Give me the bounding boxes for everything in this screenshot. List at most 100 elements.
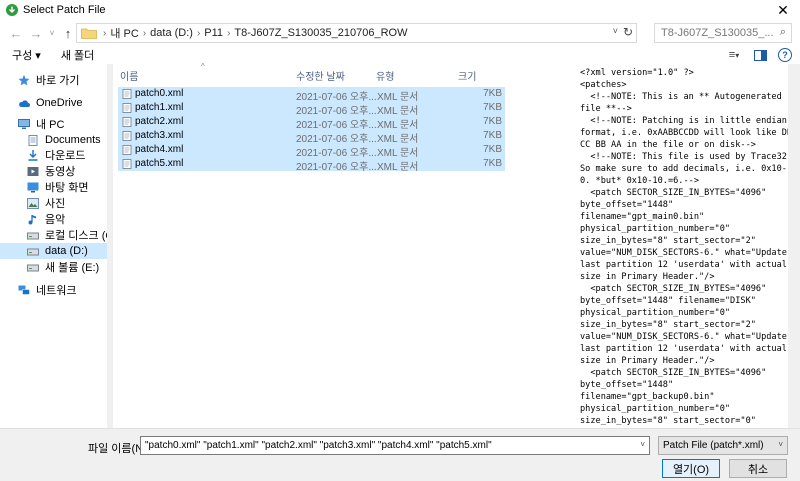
sidebar-item-0[interactable]: 바로 가기	[0, 72, 107, 88]
sidebar-item-2[interactable]: 내 PC	[0, 116, 107, 132]
file-type-select[interactable]: Patch File (patch*.xml) ˅	[658, 436, 788, 455]
file-size: 7KB	[483, 102, 502, 113]
preview-pane: <?xml version="1.0" ?> <patches> <!--NOT…	[578, 64, 788, 428]
file-type-value: Patch File (patch*.xml)	[663, 440, 764, 451]
file-size: 7KB	[483, 116, 502, 127]
file-row[interactable]: patch4.xml 2021-07-06 오후... XML 문서 7KB	[118, 143, 505, 159]
search-input[interactable]: T8-J607Z_S130035_... ⌕	[654, 23, 792, 43]
filename-value: "patch0.xml" "patch1.xml" "patch2.xml" "…	[145, 440, 492, 451]
file-name: patch1.xml	[135, 102, 184, 113]
picture-icon	[27, 197, 39, 209]
sidebar-item-label: 새 볼륨 (E:)	[45, 262, 100, 274]
up-button[interactable]: ↑	[58, 23, 78, 43]
preview-text: <?xml version="1.0" ?> <patches> <!--NOT…	[580, 68, 788, 426]
sidebar-item-3[interactable]: Documents	[0, 132, 107, 148]
breadcrumb-folder[interactable]: P11	[204, 27, 223, 39]
sidebar-item-11[interactable]: 새 볼륨 (E:)	[0, 259, 107, 275]
breadcrumb-drive[interactable]: data (D:)	[150, 27, 193, 39]
star-icon	[18, 74, 30, 86]
drive-icon	[27, 230, 39, 241]
download-icon	[27, 149, 39, 161]
file-list: 이름 ^ 수정한 날짜 유형 크기 patch0.xml 2021-07-06 오…	[113, 62, 573, 428]
file-size: 7KB	[483, 130, 502, 141]
file-name: patch3.xml	[135, 130, 184, 141]
file-row[interactable]: patch5.xml 2021-07-06 오후... XML 문서 7KB	[118, 157, 505, 173]
sidebar-item-label: 네트워크	[36, 285, 77, 297]
sidebar-item-label: 사진	[45, 198, 66, 210]
sidebar-item-label: 로컬 디스크 (C:)	[45, 230, 107, 242]
column-header-name[interactable]: 이름	[120, 64, 138, 86]
column-header-size[interactable]: 크기	[458, 64, 476, 86]
organize-button[interactable]: 구성 ▾	[12, 47, 41, 63]
filename-dropdown-icon[interactable]: ˅	[640, 440, 645, 449]
sidebar-item-9[interactable]: 로컬 디스크 (C:)	[0, 227, 107, 243]
pc-icon	[18, 118, 30, 130]
sidebar-item-label: 바로 가기	[36, 75, 80, 87]
video-icon	[27, 166, 39, 177]
file-name: patch5.xml	[135, 158, 184, 169]
sidebar-item-8[interactable]: 음악	[0, 211, 107, 227]
file-size: 7KB	[483, 144, 502, 155]
breadcrumb-current[interactable]: T8-J607Z_S130035_210706_ROW	[234, 27, 407, 39]
network-icon	[18, 285, 30, 296]
file-row[interactable]: patch2.xml 2021-07-06 오후... XML 문서 7KB	[118, 115, 505, 131]
window-title: Select Patch File	[23, 3, 106, 16]
preview-pane-scrollbar[interactable]	[788, 64, 800, 428]
file-row[interactable]: patch0.xml 2021-07-06 오후... XML 문서 7KB	[118, 87, 505, 103]
sidebar-item-label: 음악	[45, 214, 66, 226]
sidebar-item-4[interactable]: 다운로드	[0, 147, 107, 163]
search-placeholder: T8-J607Z_S130035_...	[661, 27, 774, 39]
sidebar-item-label: 내 PC	[36, 119, 65, 131]
folder-icon	[81, 27, 97, 39]
file-row[interactable]: patch1.xml 2021-07-06 오후... XML 문서 7KB	[118, 101, 505, 117]
refresh-icon[interactable]: ↻	[623, 25, 633, 39]
new-folder-button[interactable]: 새 폴더	[61, 47, 94, 63]
address-dropdown-icon[interactable]: ˅	[613, 26, 618, 36]
xml-file-icon	[122, 103, 132, 113]
document-icon	[27, 134, 39, 146]
command-toolbar: 구성 ▾ 새 폴더 ≡ ▾ ?	[0, 46, 800, 64]
search-icon: ⌕	[779, 26, 786, 38]
music-icon	[27, 214, 39, 225]
sidebar-item-label: OneDrive	[36, 97, 83, 109]
sidebar-item-10[interactable]: data (D:)	[0, 243, 107, 259]
xml-file-icon	[122, 145, 132, 155]
download-arrow-icon	[6, 3, 18, 16]
column-header-type[interactable]: 유형	[376, 64, 394, 86]
column-header-date[interactable]: 수정한 날짜	[296, 64, 345, 86]
open-button[interactable]: 열기(O)	[662, 459, 720, 478]
help-icon[interactable]: ?	[778, 48, 792, 62]
file-date: 2021-07-06 오후...	[296, 162, 377, 173]
desktop-icon	[27, 182, 39, 193]
address-bar[interactable]: › 내 PC › data (D:) › P11 › T8-J607Z_S130…	[76, 23, 637, 43]
recent-locations-button[interactable]: ˅	[46, 23, 58, 43]
file-row[interactable]: patch3.xml 2021-07-06 오후... XML 문서 7KB	[118, 129, 505, 145]
close-button[interactable]: ✕	[766, 0, 800, 20]
sidebar-item-7[interactable]: 사진	[0, 195, 107, 211]
sidebar-item-label: data (D:)	[45, 245, 88, 257]
title-bar: Select Patch File ✕	[0, 0, 800, 20]
sidebar-item-1[interactable]: OneDrive	[0, 95, 107, 111]
file-name: patch0.xml	[135, 88, 184, 99]
sidebar-item-label: 바탕 화면	[45, 182, 89, 194]
filename-input[interactable]: "patch0.xml" "patch1.xml" "patch2.xml" "…	[140, 436, 650, 455]
back-button[interactable]: ←	[6, 23, 26, 43]
breadcrumb-pc[interactable]: 내 PC	[110, 25, 138, 41]
file-name: patch4.xml	[135, 144, 184, 155]
xml-file-icon	[122, 159, 132, 169]
forward-button[interactable]: →	[26, 23, 46, 43]
navigation-pane: 바로 가기 OneDrive 내 PC Documents 다운로드 동영상바탕 화면사진…	[0, 64, 107, 428]
file-type: XML 문서	[377, 162, 419, 173]
sidebar-item-12[interactable]: 네트워크	[0, 282, 107, 298]
dialog-footer: 파일 이름(N): "patch0.xml" "patch1.xml" "pat…	[0, 428, 800, 481]
sort-ascending-icon: ^	[201, 62, 205, 71]
preview-pane-icon[interactable]	[752, 48, 768, 62]
sidebar-item-5[interactable]: 동영상	[0, 163, 107, 179]
file-size: 7KB	[483, 88, 502, 99]
drive-icon	[27, 246, 39, 257]
sidebar-item-6[interactable]: 바탕 화면	[0, 179, 107, 195]
view-options-icon[interactable]: ≡ ▾	[726, 48, 742, 62]
sidebar-item-label: Documents	[45, 134, 101, 146]
cancel-button[interactable]: 취소	[729, 459, 787, 478]
xml-file-icon	[122, 89, 132, 99]
